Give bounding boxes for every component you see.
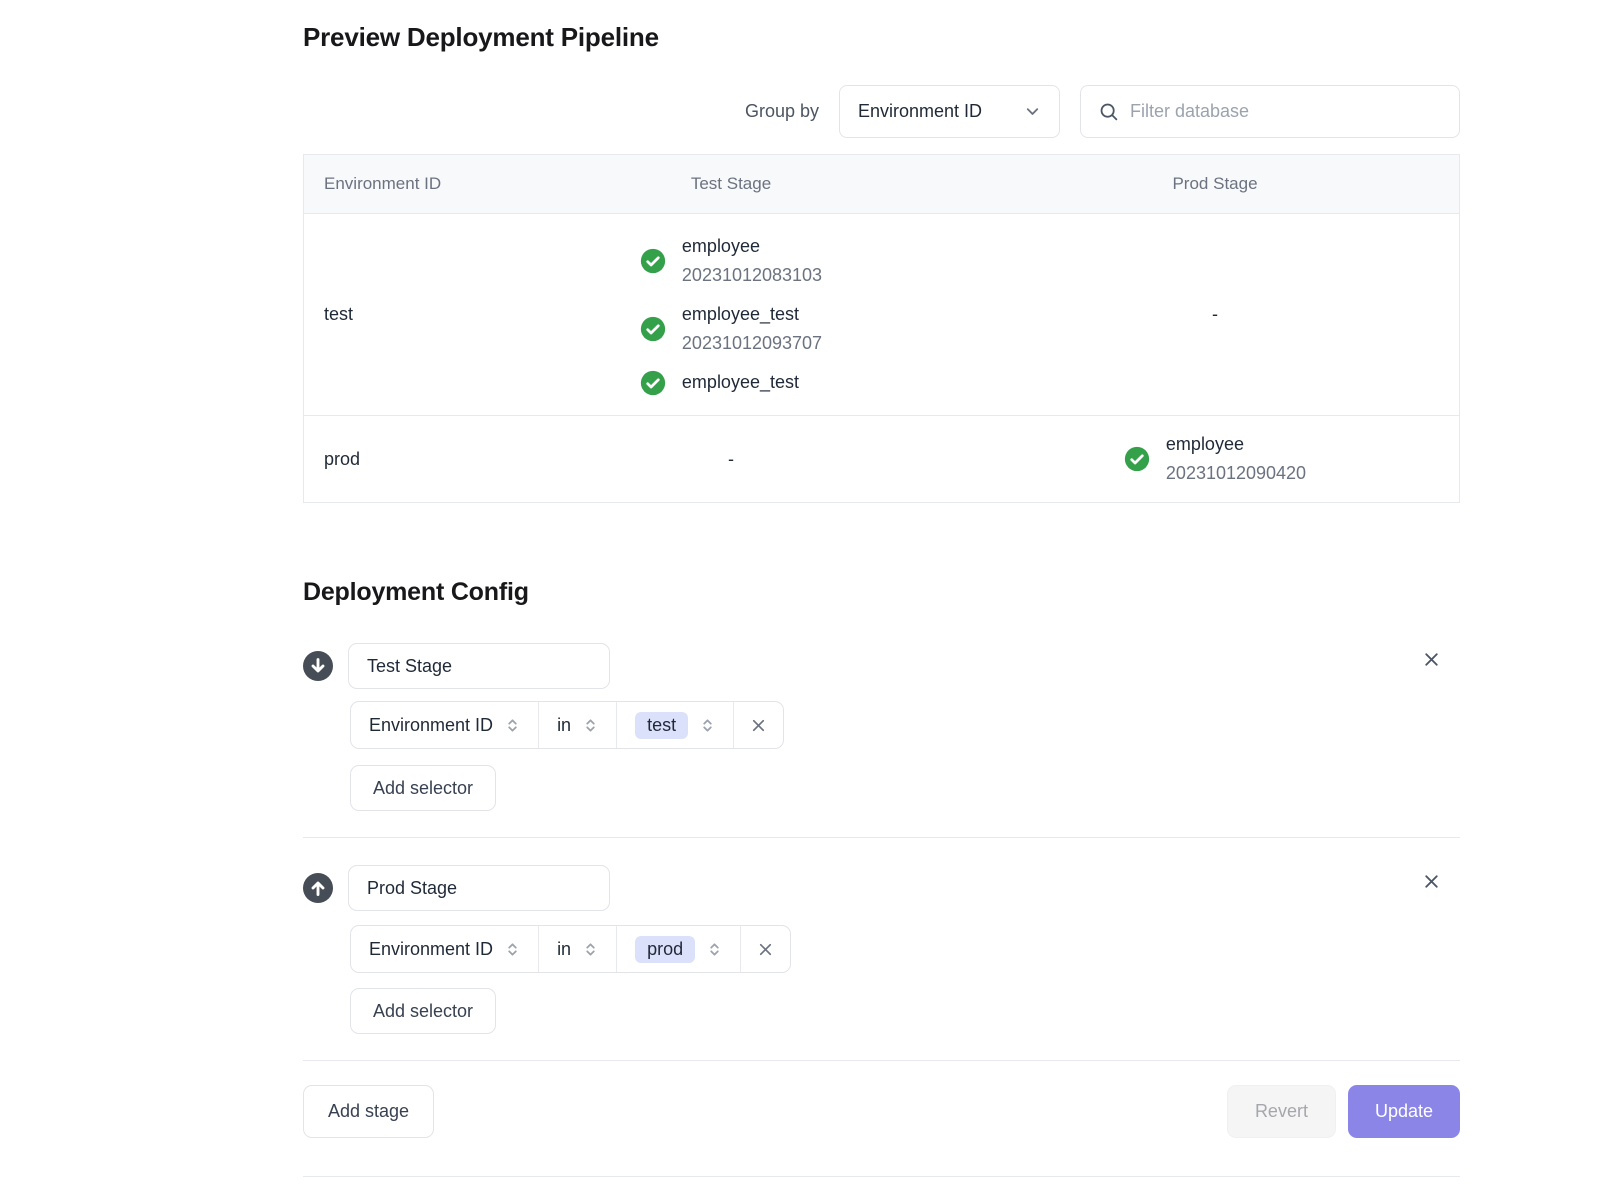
- remove-stage-button[interactable]: [1417, 645, 1446, 674]
- selector-group: Environment ID in test: [350, 701, 784, 749]
- stage-config-prod: [303, 865, 1460, 911]
- chevron-down-icon: [1024, 103, 1041, 120]
- task-item: employee_test: [640, 368, 799, 397]
- group-by-select[interactable]: Environment ID: [839, 85, 1060, 138]
- environment-cell: test: [304, 304, 491, 325]
- column-header-test-stage: Test Stage: [491, 174, 971, 194]
- add-selector-button[interactable]: Add selector: [350, 765, 496, 811]
- add-selector-button[interactable]: Add selector: [350, 988, 496, 1034]
- chevron-up-down-icon: [505, 718, 520, 733]
- selector-key-select[interactable]: Environment ID: [351, 702, 538, 748]
- empty-stage-dash: -: [728, 449, 734, 470]
- test-stage-cell: -: [491, 449, 971, 470]
- selector-key-value: Environment ID: [369, 939, 493, 960]
- table-row: prod - employee 20231012090420: [304, 415, 1459, 502]
- database-version: 20231012093707: [682, 329, 822, 358]
- stage-name-input[interactable]: [348, 865, 610, 911]
- check-circle-icon: [1124, 446, 1150, 472]
- chevron-up-down-icon: [505, 942, 520, 957]
- prod-stage-cell: employee 20231012090420: [971, 416, 1459, 502]
- selector-value-select[interactable]: prod: [616, 926, 740, 972]
- column-header-prod-stage: Prod Stage: [971, 174, 1459, 194]
- test-stage-cell: employee 20231012083103 employee_test 20…: [491, 218, 971, 411]
- update-button[interactable]: Update: [1348, 1085, 1460, 1138]
- environment-cell: prod: [304, 449, 491, 470]
- footer-actions: Add stage Revert Update: [303, 1085, 1460, 1138]
- selector-key-value: Environment ID: [369, 715, 493, 736]
- group-by-value: Environment ID: [858, 101, 982, 122]
- deployment-config-title: Deployment Config: [303, 577, 1460, 607]
- database-version: 20231012090420: [1166, 459, 1306, 488]
- stage-name-input[interactable]: [348, 643, 610, 689]
- arrow-down-circle-icon: [303, 651, 333, 681]
- close-icon: [1421, 658, 1442, 673]
- chevron-up-down-icon: [700, 718, 715, 733]
- selector-value-tag: test: [635, 712, 688, 739]
- close-icon: [749, 716, 768, 735]
- chevron-up-down-icon: [583, 718, 598, 733]
- check-circle-icon: [640, 316, 666, 342]
- deployment-pipeline-table: Environment ID Test Stage Prod Stage tes…: [303, 154, 1460, 503]
- close-icon: [756, 940, 775, 959]
- stage-divider: [303, 837, 1460, 838]
- remove-selector-button[interactable]: [740, 926, 790, 972]
- task-item: employee_test 20231012093707: [640, 300, 822, 358]
- chevron-up-down-icon: [583, 942, 598, 957]
- prod-stage-cell: -: [971, 304, 1459, 325]
- column-header-environment-id: Environment ID: [304, 174, 491, 194]
- table-header-row: Environment ID Test Stage Prod Stage: [304, 155, 1459, 214]
- selector-operator-select[interactable]: in: [538, 702, 616, 748]
- filter-database-box: [1080, 85, 1460, 138]
- page-title: Preview Deployment Pipeline: [303, 22, 1460, 52]
- database-name: employee: [1166, 430, 1306, 459]
- selector-group: Environment ID in prod: [350, 925, 791, 973]
- group-by-label: Group by: [745, 101, 819, 122]
- bottom-divider: [303, 1176, 1460, 1177]
- pipeline-toolbar: Group by Environment ID: [303, 85, 1460, 138]
- selector-operator-value: in: [557, 939, 571, 960]
- filter-database-input[interactable]: [1130, 101, 1442, 122]
- empty-stage-dash: -: [1212, 304, 1218, 325]
- database-name: employee: [682, 232, 822, 261]
- search-icon: [1098, 101, 1119, 122]
- chevron-up-down-icon: [707, 942, 722, 957]
- selector-row: Environment ID in prod: [350, 925, 1460, 973]
- selector-operator-value: in: [557, 715, 571, 736]
- selector-operator-select[interactable]: in: [538, 926, 616, 972]
- selector-row: Environment ID in test: [350, 701, 1460, 749]
- close-icon: [1421, 880, 1442, 895]
- selector-value-select[interactable]: test: [616, 702, 733, 748]
- add-stage-button[interactable]: Add stage: [303, 1085, 434, 1138]
- arrow-up-circle-icon: [303, 873, 333, 903]
- table-row: test employee 20231012083103: [304, 214, 1459, 415]
- main-content: Preview Deployment Pipeline Group by Env…: [303, 0, 1460, 1177]
- database-name: employee_test: [682, 368, 799, 397]
- task-item: employee 20231012090420: [1124, 430, 1306, 488]
- stage-config-test: [303, 643, 1460, 689]
- task-item: employee 20231012083103: [640, 232, 822, 290]
- selector-value-tag: prod: [635, 936, 695, 963]
- check-circle-icon: [640, 370, 666, 396]
- footer-divider: [303, 1060, 1460, 1061]
- database-version: 20231012083103: [682, 261, 822, 290]
- remove-selector-button[interactable]: [733, 702, 783, 748]
- database-name: employee_test: [682, 300, 822, 329]
- selector-key-select[interactable]: Environment ID: [351, 926, 538, 972]
- revert-button[interactable]: Revert: [1227, 1085, 1336, 1138]
- check-circle-icon: [640, 248, 666, 274]
- remove-stage-button[interactable]: [1417, 867, 1446, 896]
